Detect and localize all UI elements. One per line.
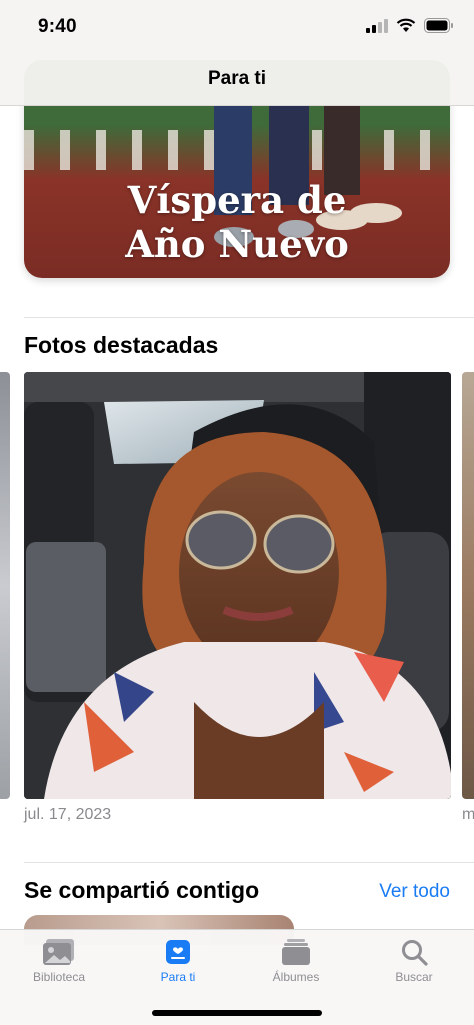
- nav-title: Para ti: [207, 68, 267, 89]
- featured-section-title: Fotos destacadas: [24, 332, 219, 358]
- status-time: 9:40: [38, 16, 77, 37]
- wifi-icon: [396, 18, 416, 32]
- battery-icon: [424, 18, 453, 33]
- shared-section-title: Se compartió contigo: [24, 877, 260, 903]
- section-divider: [24, 317, 474, 318]
- memory-title-line1: Víspera de: [127, 178, 347, 222]
- next-featured-photo[interactable]: [462, 372, 474, 799]
- search-icon: [402, 940, 428, 966]
- tab-for-you-label: Para ti: [160, 970, 196, 984]
- photo-library-icon: [43, 939, 74, 965]
- top-bar: 9:40 Para ti: [0, 0, 474, 106]
- next-photo-date: m: [462, 806, 474, 823]
- section-divider: [24, 862, 474, 863]
- featured-photo[interactable]: [24, 372, 451, 799]
- featured-photo-date: jul. 17, 2023: [24, 806, 112, 823]
- home-indicator[interactable]: [152, 1010, 322, 1016]
- tab-bar: Biblioteca Para ti Álbumes Buscar: [0, 929, 474, 1025]
- cellular-signal-icon: [366, 18, 388, 33]
- tab-search[interactable]: Buscar: [364, 938, 464, 984]
- tab-library-label: Biblioteca: [32, 970, 86, 984]
- tab-albums-label: Álbumes: [272, 970, 320, 984]
- for-you-icon: [166, 940, 190, 964]
- tab-albums[interactable]: Álbumes: [246, 938, 346, 984]
- tab-library[interactable]: Biblioteca: [9, 938, 109, 984]
- memory-title-line2: Año Nuevo: [125, 222, 349, 266]
- status-icons: [366, 18, 454, 33]
- tab-search-label: Buscar: [395, 970, 433, 984]
- see-all-link[interactable]: Ver todo: [379, 881, 450, 903]
- albums-icon: [282, 939, 310, 965]
- featured-photo-image: [24, 372, 451, 799]
- memory-title: Víspera de Año Nuevo: [24, 178, 450, 266]
- tab-for-you[interactable]: Para ti: [128, 938, 228, 984]
- previous-featured-photo[interactable]: [0, 372, 10, 799]
